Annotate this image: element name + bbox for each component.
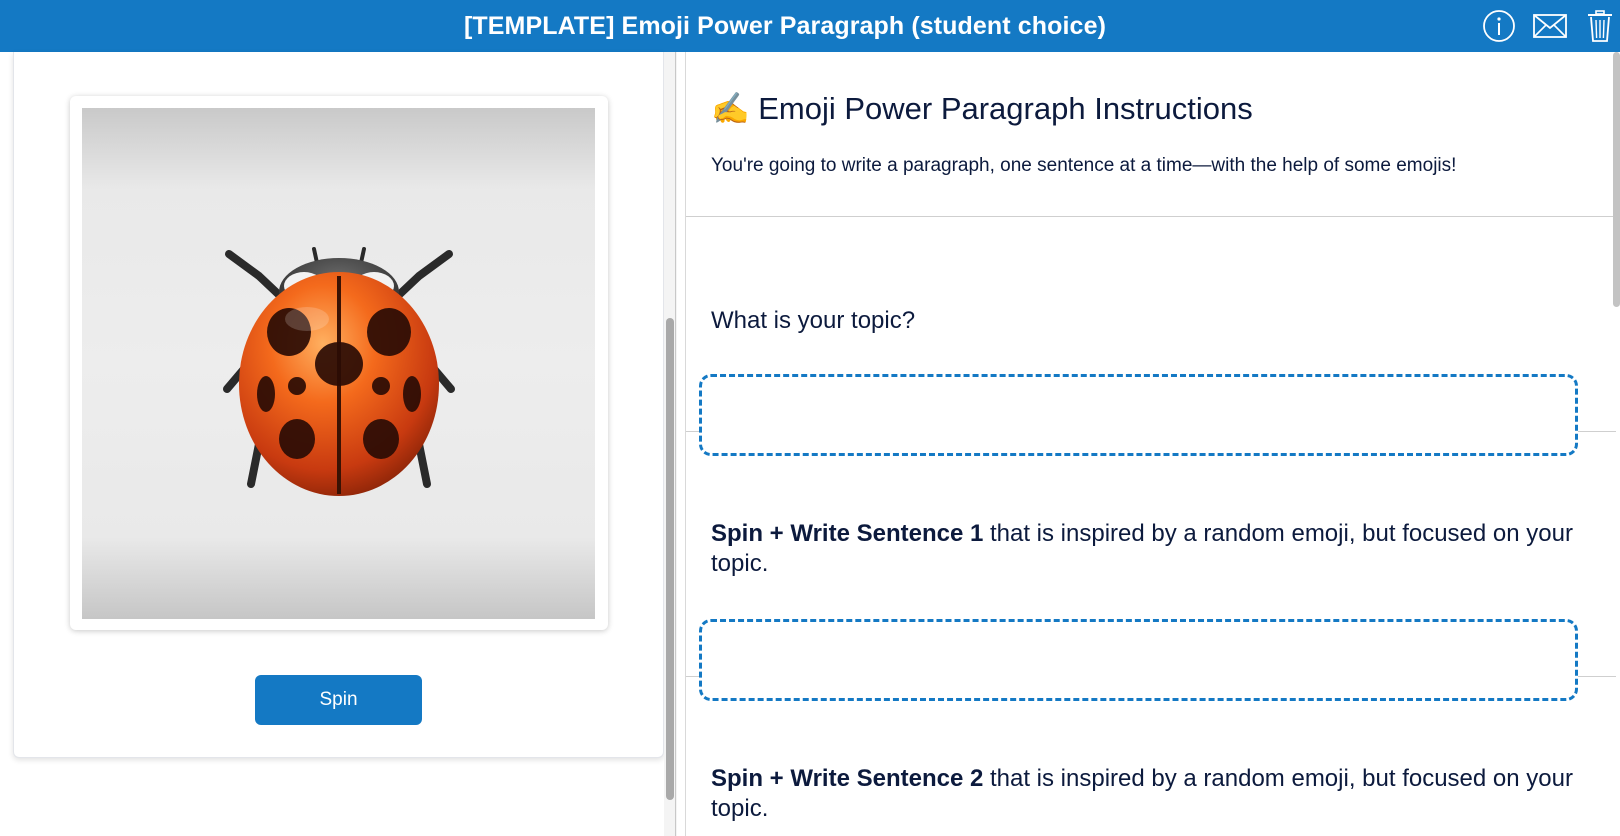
app-header: [TEMPLATE] Emoji Power Paragraph (studen… — [0, 0, 1620, 52]
question-prompt: What is your topic? — [711, 306, 1591, 336]
mail-icon[interactable] — [1532, 8, 1568, 44]
instructions-title: ✍️ Emoji Power Paragraph Instructions — [711, 91, 1253, 126]
spinner-card: Spin — [13, 52, 664, 758]
question-panel: ✍️ Emoji Power Paragraph Instructions Yo… — [685, 52, 1620, 836]
left-scrollbar-thumb[interactable] — [666, 318, 674, 800]
question-topic: What is your topic? — [686, 217, 1616, 456]
ladybug-icon — [222, 246, 455, 496]
question-sentence-2: Spin + Write Sentence 2 that is inspired… — [686, 677, 1616, 836]
instructions-description: You're going to write a paragraph, one s… — [711, 155, 1457, 176]
emoji-display — [82, 108, 595, 619]
question-text: What is your topic? — [711, 307, 916, 334]
emoji-frame — [70, 96, 608, 630]
question-sentence-1: Spin + Write Sentence 1 that is inspired… — [686, 432, 1616, 701]
right-scrollbar-thumb[interactable] — [1613, 52, 1620, 307]
info-icon[interactable] — [1481, 8, 1517, 44]
question-prompt: Spin + Write Sentence 2 that is inspired… — [711, 764, 1591, 824]
question-bold-text: Spin + Write Sentence 2 — [711, 765, 984, 792]
page-title: [TEMPLATE] Emoji Power Paragraph (studen… — [463, 11, 1106, 40]
trash-icon[interactable] — [1582, 8, 1618, 44]
spinner-panel: Spin — [0, 52, 677, 836]
header-actions — [1481, 0, 1620, 52]
column-divider — [675, 52, 676, 836]
instructions-section: ✍️ Emoji Power Paragraph Instructions Yo… — [686, 52, 1616, 217]
question-bold-text: Spin + Write Sentence 1 — [711, 520, 984, 547]
spin-button[interactable]: Spin — [255, 675, 422, 725]
question-prompt: Spin + Write Sentence 1 that is inspired… — [711, 519, 1591, 579]
